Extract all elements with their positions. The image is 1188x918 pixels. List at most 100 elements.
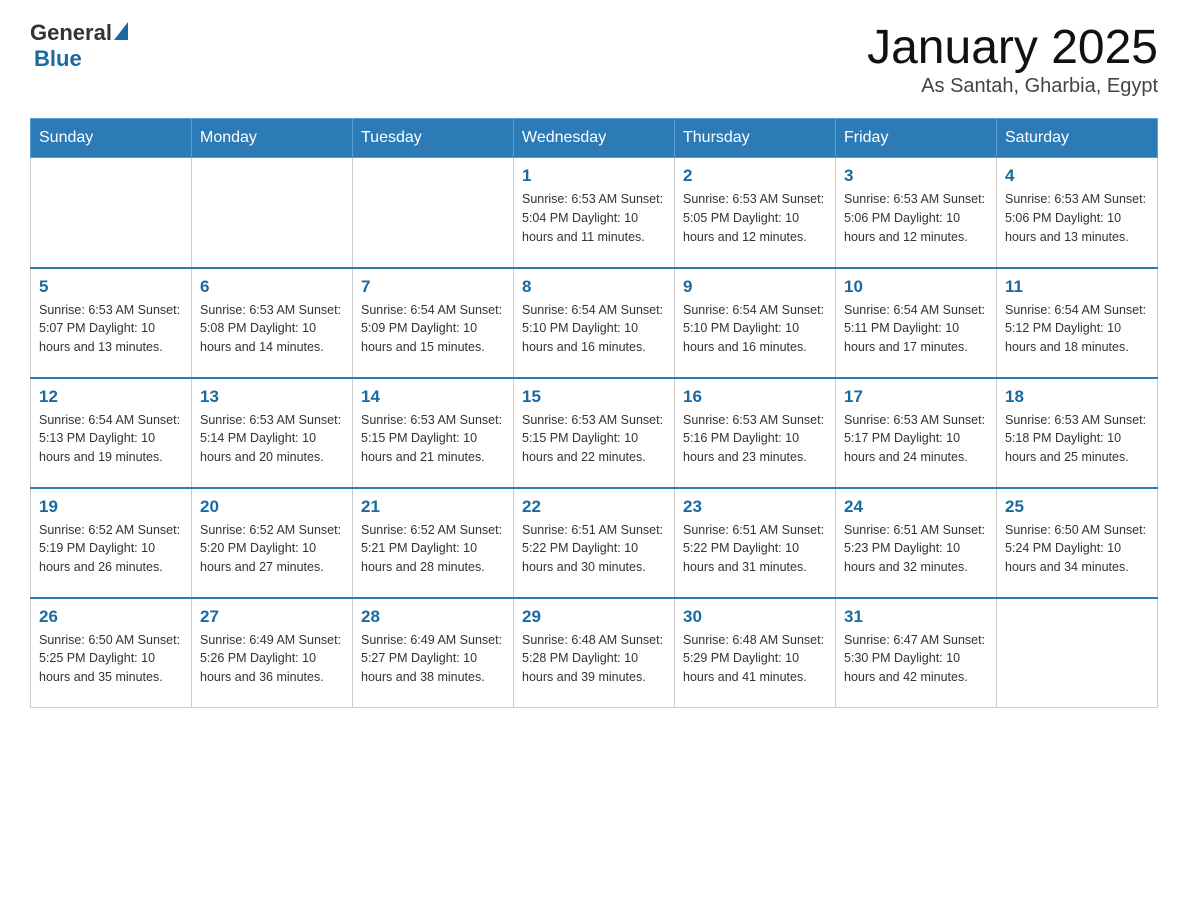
day-number: 13: [200, 387, 344, 407]
day-number: 24: [844, 497, 988, 517]
calendar-cell: 6Sunrise: 6:53 AM Sunset: 5:08 PM Daylig…: [192, 268, 353, 378]
location-subtitle: As Santah, Gharbia, Egypt: [867, 75, 1158, 98]
day-info: Sunrise: 6:54 AM Sunset: 5:10 PM Dayligh…: [683, 301, 827, 357]
day-number: 18: [1005, 387, 1149, 407]
calendar-cell: 8 Sunrise: 6:54 AM Sunset: 5:10 PM Daylig…: [514, 268, 675, 378]
week-row-2: 12 Sunrise: 6:54 AM Sunset: 5:13 PM Dayli…: [31, 378, 1158, 488]
day-info: Sunrise: 6:48 AM Sunset: 5:28 PM Dayligh…: [522, 631, 666, 687]
calendar-cell: 28 Sunrise: 6:49 AM Sunset: 5:27 PM Dayli…: [353, 598, 514, 708]
calendar-cell: 25 Sunrise: 6:50 AM Sunset: 5:24 PM Dayli…: [997, 488, 1158, 598]
week-row-0: 1 Sunrise: 6:53 AM Sunset: 5:04 PM Daylig…: [31, 158, 1158, 268]
day-info: Sunrise: 6:54 AM Sunset: 5:10 PM Dayligh…: [522, 301, 666, 357]
calendar-cell: 24 Sunrise: 6:51 AM Sunset: 5:23 PM Dayli…: [836, 488, 997, 598]
page-header: General Blue January 2025 As Santah, Gha…: [30, 20, 1158, 98]
day-number: 11: [1005, 277, 1149, 297]
calendar-cell: 18 Sunrise: 6:53 AM Sunset: 5:18 PM Dayli…: [997, 378, 1158, 488]
day-info: Sunrise: 6:50 AM Sunset: 5:24 PM Dayligh…: [1005, 521, 1149, 577]
day-number: 12: [39, 387, 183, 407]
calendar-cell: 31Sunrise: 6:47 AM Sunset: 5:30 PM Dayli…: [836, 598, 997, 708]
weekday-header-saturday: Saturday: [997, 119, 1158, 158]
day-info: Sunrise: 6:51 AM Sunset: 5:22 PM Dayligh…: [683, 521, 827, 577]
logo-blue: Blue: [34, 46, 82, 72]
weekday-header-wednesday: Wednesday: [514, 119, 675, 158]
title-section: January 2025 As Santah, Gharbia, Egypt: [867, 20, 1158, 98]
day-info: Sunrise: 6:53 AM Sunset: 5:17 PM Dayligh…: [844, 411, 988, 467]
calendar-cell: [31, 158, 192, 268]
month-title: January 2025: [867, 20, 1158, 75]
day-info: Sunrise: 6:54 AM Sunset: 5:11 PM Dayligh…: [844, 301, 988, 357]
calendar-cell: 10 Sunrise: 6:54 AM Sunset: 5:11 PM Dayli…: [836, 268, 997, 378]
calendar-cell: 3 Sunrise: 6:53 AM Sunset: 5:06 PM Daylig…: [836, 158, 997, 268]
week-row-3: 19 Sunrise: 6:52 AM Sunset: 5:19 PM Dayli…: [31, 488, 1158, 598]
day-number: 8: [522, 277, 666, 297]
calendar-cell: 2 Sunrise: 6:53 AM Sunset: 5:05 PM Daylig…: [675, 158, 836, 268]
day-number: 7: [361, 277, 505, 297]
calendar-cell: 11 Sunrise: 6:54 AM Sunset: 5:12 PM Dayli…: [997, 268, 1158, 378]
day-info: Sunrise: 6:53 AM Sunset: 5:14 PM Dayligh…: [200, 411, 344, 467]
day-info: Sunrise: 6:49 AM Sunset: 5:27 PM Dayligh…: [361, 631, 505, 687]
day-number: 10: [844, 277, 988, 297]
day-number: 23: [683, 497, 827, 517]
day-number: 29: [522, 607, 666, 627]
day-number: 3: [844, 166, 988, 186]
day-number: 9: [683, 277, 827, 297]
day-number: 25: [1005, 497, 1149, 517]
day-info: Sunrise: 6:52 AM Sunset: 5:19 PM Dayligh…: [39, 521, 183, 577]
day-number: 30: [683, 607, 827, 627]
day-info: Sunrise: 6:51 AM Sunset: 5:23 PM Dayligh…: [844, 521, 988, 577]
day-info: Sunrise: 6:53 AM Sunset: 5:15 PM Dayligh…: [361, 411, 505, 467]
day-info: Sunrise: 6:53 AM Sunset: 5:16 PM Dayligh…: [683, 411, 827, 467]
logo: General Blue: [30, 20, 128, 72]
day-number: 1: [522, 166, 666, 186]
calendar-cell: 1 Sunrise: 6:53 AM Sunset: 5:04 PM Daylig…: [514, 158, 675, 268]
calendar-cell: 29 Sunrise: 6:48 AM Sunset: 5:28 PM Dayli…: [514, 598, 675, 708]
day-number: 4: [1005, 166, 1149, 186]
logo-triangle-icon: [114, 22, 128, 40]
day-info: Sunrise: 6:53 AM Sunset: 5:04 PM Dayligh…: [522, 190, 666, 246]
day-number: 28: [361, 607, 505, 627]
calendar-cell: 12 Sunrise: 6:54 AM Sunset: 5:13 PM Dayli…: [31, 378, 192, 488]
calendar-cell: 15 Sunrise: 6:53 AM Sunset: 5:15 PM Dayli…: [514, 378, 675, 488]
calendar-cell: [353, 158, 514, 268]
calendar-cell: 26Sunrise: 6:50 AM Sunset: 5:25 PM Dayli…: [31, 598, 192, 708]
calendar-cell: 5Sunrise: 6:53 AM Sunset: 5:07 PM Daylig…: [31, 268, 192, 378]
day-info: Sunrise: 6:50 AM Sunset: 5:25 PM Dayligh…: [39, 631, 183, 687]
day-info: Sunrise: 6:52 AM Sunset: 5:21 PM Dayligh…: [361, 521, 505, 577]
calendar-cell: 22 Sunrise: 6:51 AM Sunset: 5:22 PM Dayli…: [514, 488, 675, 598]
day-number: 15: [522, 387, 666, 407]
calendar-cell: 4 Sunrise: 6:53 AM Sunset: 5:06 PM Daylig…: [997, 158, 1158, 268]
day-info: Sunrise: 6:54 AM Sunset: 5:13 PM Dayligh…: [39, 411, 183, 467]
day-number: 19: [39, 497, 183, 517]
calendar-cell: 7Sunrise: 6:54 AM Sunset: 5:09 PM Daylig…: [353, 268, 514, 378]
day-number: 22: [522, 497, 666, 517]
calendar-cell: 19 Sunrise: 6:52 AM Sunset: 5:19 PM Dayli…: [31, 488, 192, 598]
day-info: Sunrise: 6:53 AM Sunset: 5:06 PM Dayligh…: [844, 190, 988, 246]
day-number: 14: [361, 387, 505, 407]
day-info: Sunrise: 6:52 AM Sunset: 5:20 PM Dayligh…: [200, 521, 344, 577]
day-info: Sunrise: 6:53 AM Sunset: 5:18 PM Dayligh…: [1005, 411, 1149, 467]
day-info: Sunrise: 6:54 AM Sunset: 5:12 PM Dayligh…: [1005, 301, 1149, 357]
calendar-cell: 23 Sunrise: 6:51 AM Sunset: 5:22 PM Dayli…: [675, 488, 836, 598]
weekday-header-sunday: Sunday: [31, 119, 192, 158]
day-number: 20: [200, 497, 344, 517]
day-info: Sunrise: 6:51 AM Sunset: 5:22 PM Dayligh…: [522, 521, 666, 577]
day-info: Sunrise: 6:53 AM Sunset: 5:08 PM Dayligh…: [200, 301, 344, 357]
day-number: 5: [39, 277, 183, 297]
calendar-cell: 14 Sunrise: 6:53 AM Sunset: 5:15 PM Dayli…: [353, 378, 514, 488]
weekday-header-row: SundayMondayTuesdayWednesdayThursdayFrid…: [31, 119, 1158, 158]
weekday-header-tuesday: Tuesday: [353, 119, 514, 158]
weekday-header-friday: Friday: [836, 119, 997, 158]
day-number: 2: [683, 166, 827, 186]
day-info: Sunrise: 6:53 AM Sunset: 5:06 PM Dayligh…: [1005, 190, 1149, 246]
day-number: 16: [683, 387, 827, 407]
calendar-cell: [192, 158, 353, 268]
weekday-header-thursday: Thursday: [675, 119, 836, 158]
weekday-header-monday: Monday: [192, 119, 353, 158]
day-number: 31: [844, 607, 988, 627]
calendar-cell: 9 Sunrise: 6:54 AM Sunset: 5:10 PM Daylig…: [675, 268, 836, 378]
calendar-cell: 27Sunrise: 6:49 AM Sunset: 5:26 PM Dayli…: [192, 598, 353, 708]
day-info: Sunrise: 6:53 AM Sunset: 5:15 PM Dayligh…: [522, 411, 666, 467]
calendar-cell: [997, 598, 1158, 708]
day-info: Sunrise: 6:53 AM Sunset: 5:05 PM Dayligh…: [683, 190, 827, 246]
calendar-cell: 20 Sunrise: 6:52 AM Sunset: 5:20 PM Dayli…: [192, 488, 353, 598]
